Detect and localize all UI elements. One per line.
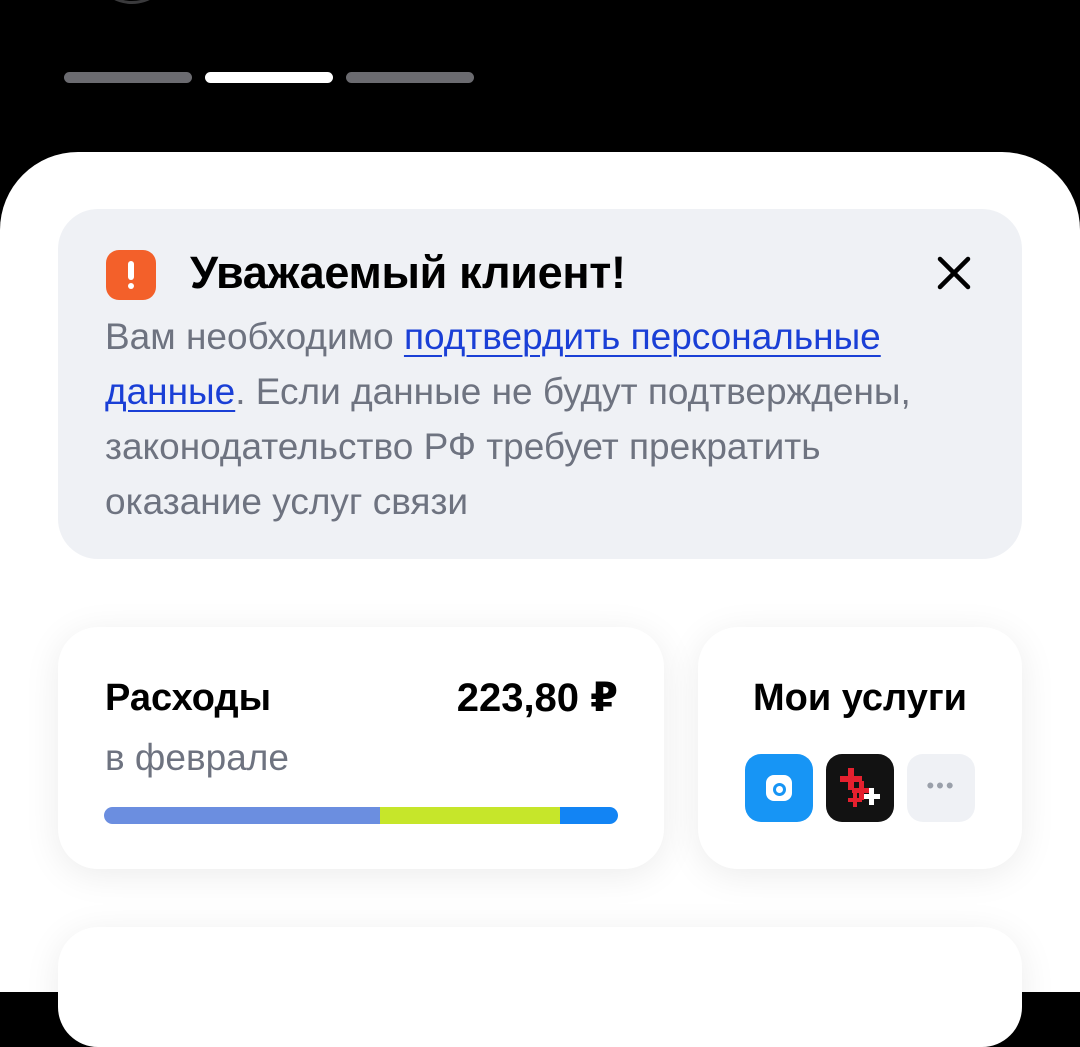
story-segment bbox=[64, 72, 192, 83]
verification-alert: Уважаемый клиент! Вам необходимо подтвер… bbox=[58, 209, 1022, 559]
services-title: Мои услуги bbox=[752, 677, 968, 719]
expenses-title: Расходы bbox=[105, 677, 272, 719]
alert-message: Вам необходимо подтвердить персональные … bbox=[105, 309, 985, 529]
alert-title: Уважаемый клиент! bbox=[190, 247, 626, 298]
warning-icon bbox=[106, 250, 156, 300]
expenses-segment-1 bbox=[104, 807, 381, 824]
next-card[interactable] bbox=[58, 927, 1022, 1047]
close-icon[interactable] bbox=[930, 249, 978, 297]
expenses-amount: 223,80 ₽ bbox=[456, 676, 618, 720]
avatar[interactable] bbox=[100, 0, 164, 4]
service-plus-icon[interactable] bbox=[826, 754, 894, 822]
story-segment bbox=[346, 72, 474, 83]
expenses-segment-3 bbox=[559, 807, 618, 824]
expenses-card[interactable]: Расходы 223,80 ₽ в феврале bbox=[58, 627, 664, 869]
service-blue-icon[interactable] bbox=[745, 754, 813, 822]
main-sheet: Уважаемый клиент! Вам необходимо подтвер… bbox=[0, 152, 1080, 1047]
my-services-card[interactable]: Мои услуги ••• bbox=[698, 627, 1022, 869]
alert-text-before: Вам необходимо bbox=[105, 316, 404, 357]
expenses-breakdown-bar bbox=[104, 807, 618, 824]
story-progress bbox=[64, 72, 474, 83]
expenses-period: в феврале bbox=[105, 737, 289, 778]
more-dots-icon[interactable]: ••• bbox=[907, 754, 975, 822]
story-segment-active bbox=[205, 72, 333, 83]
expenses-segment-2 bbox=[380, 807, 560, 824]
